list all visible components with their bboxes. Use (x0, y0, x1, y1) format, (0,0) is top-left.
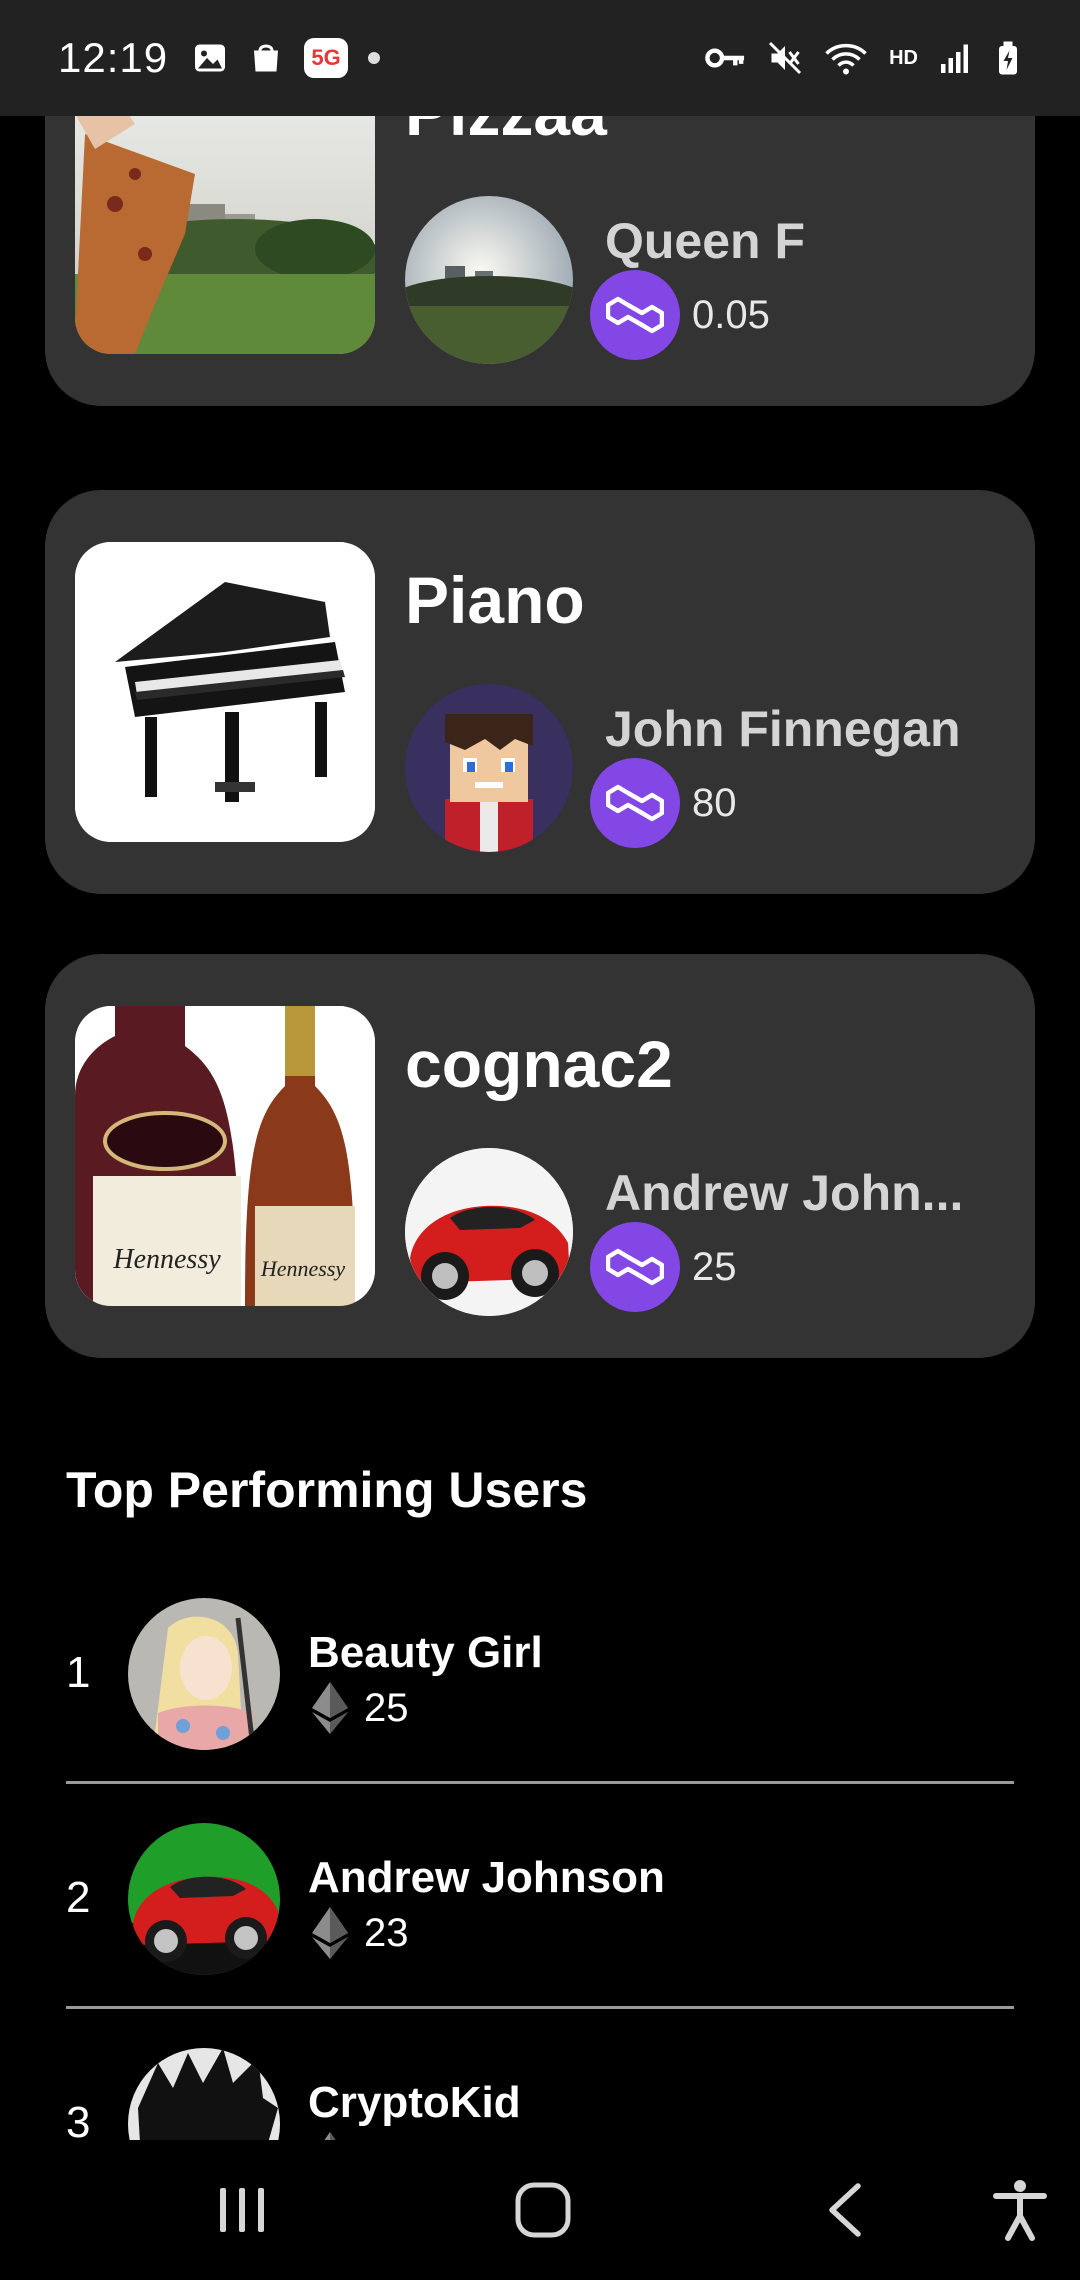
price-row: 25 (590, 1222, 737, 1312)
listing-price: 25 (692, 1244, 737, 1289)
listing-image-pizza (75, 116, 375, 354)
listing-title: Pizzaa (405, 116, 607, 150)
listing-price: 80 (692, 780, 737, 825)
scroll-content[interactable]: Pizzaa Queen F 0.05 (0, 116, 1080, 2140)
user-row[interactable]: 3 CryptoKid 17 (66, 2010, 1014, 2140)
user-row[interactable]: 2 Andrew Johnson 23 (66, 1785, 1014, 2011)
user-name: CryptoKid (308, 2078, 521, 2127)
accessibility-icon (993, 2180, 1047, 2241)
user-avatar (128, 2048, 280, 2140)
signal-icon (941, 44, 968, 73)
owner-name[interactable]: Andrew John... (605, 1164, 963, 1222)
recents-button[interactable] (197, 2170, 287, 2250)
status-time: 12:19 (58, 34, 169, 81)
user-score-row: 17 (312, 2132, 409, 2140)
listing-card-piano[interactable]: Piano John Finnegan 80 (45, 490, 1035, 894)
owner-avatar[interactable] (405, 196, 573, 364)
status-bar: 12:19 5G HD (0, 0, 1080, 116)
ethereum-icon (312, 1682, 348, 1734)
listing-title: Piano (405, 563, 585, 637)
user-score: 23 (364, 1910, 409, 1955)
hd-voice-icon: HD (889, 46, 918, 69)
divider (66, 1781, 1014, 1784)
home-button[interactable] (498, 2170, 588, 2250)
shopping-bag-icon (254, 44, 279, 72)
back-icon (829, 2183, 861, 2237)
polygon-icon (590, 270, 680, 360)
listing-title: cognac2 (405, 1027, 673, 1101)
listing-image-piano (75, 542, 375, 842)
user-rank: 3 (66, 2098, 91, 2140)
user-name: Andrew Johnson (308, 1853, 665, 1902)
polygon-icon (590, 1222, 680, 1312)
recents-icon (220, 2188, 264, 2232)
user-name: Beauty Girl (308, 1628, 543, 1677)
navigation-bar (0, 2140, 1080, 2280)
user-rank: 1 (66, 1648, 91, 1697)
ethereum-icon (324, 2132, 336, 2140)
polygon-icon (590, 758, 680, 848)
owner-name[interactable]: Queen F (605, 212, 805, 270)
user-avatar (128, 1598, 280, 1750)
ethereum-icon (312, 1907, 348, 1959)
svg-text:Hennessy: Hennessy (260, 1256, 346, 1281)
price-row: 0.05 (590, 270, 770, 360)
battery-charging-icon (999, 41, 1017, 75)
listing-card-cognac2[interactable]: Hennessy Hennessy cognac2 Andrew John...… (45, 954, 1035, 1358)
user-row[interactable]: 1 Beauty Girl 25 (66, 1560, 1014, 1786)
5g-badge-icon: 5G (304, 38, 349, 78)
owner-avatar[interactable] (405, 684, 573, 852)
owner-name[interactable]: John Finnegan (605, 700, 961, 758)
gallery-icon (195, 44, 226, 72)
user-score: 25 (364, 1685, 409, 1730)
section-title-top-users: Top Performing Users (66, 1462, 588, 1518)
listing-image-cognac: Hennessy Hennessy (75, 1006, 375, 1306)
home-icon (515, 2182, 571, 2238)
svg-text:Hennessy: Hennessy (112, 1244, 221, 1275)
user-score-row: 23 (312, 1907, 409, 1959)
accessibility-button[interactable] (975, 2170, 1065, 2250)
wifi-icon (825, 43, 867, 75)
mute-icon (769, 41, 802, 75)
vpn-key-icon (705, 48, 745, 68)
user-rank: 2 (66, 1873, 91, 1922)
notification-dot-icon (368, 52, 381, 64)
price-row: 80 (590, 758, 737, 848)
owner-avatar[interactable] (405, 1148, 573, 1316)
user-avatar (128, 1823, 280, 1975)
status-right-icons: HD (703, 40, 1022, 76)
user-score-row: 25 (312, 1682, 409, 1734)
divider (66, 2006, 1014, 2009)
listing-price: 0.05 (692, 292, 770, 337)
listing-card-pizzaa[interactable]: Pizzaa Queen F 0.05 (45, 116, 1035, 406)
back-button[interactable] (800, 2170, 890, 2250)
status-left-icons: 5G (192, 38, 381, 78)
